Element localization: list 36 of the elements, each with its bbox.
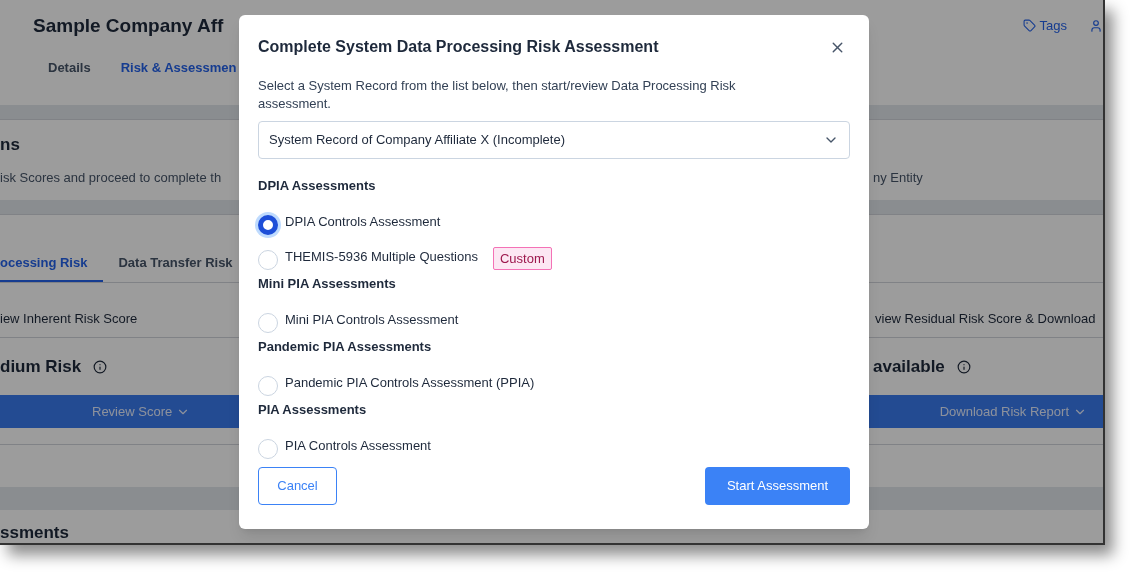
option-label: DPIA Controls Assessment xyxy=(285,212,441,231)
group-heading: Mini PIA Assessments xyxy=(258,275,396,293)
user-icon[interactable] xyxy=(1089,18,1103,33)
group-heading: Pandemic PIA Assessments xyxy=(258,338,432,356)
option-label: Mini PIA Controls Assessment xyxy=(285,310,459,329)
section-description: isk Scores and proceed to complete th xyxy=(0,168,222,187)
start-assessment-button[interactable]: Start Assessment xyxy=(705,467,850,505)
tag-icon xyxy=(1022,19,1036,33)
section-heading: ns xyxy=(0,134,20,156)
download-report-button[interactable]: Download Risk Report xyxy=(939,401,1087,422)
tags-link[interactable]: Tags xyxy=(1022,16,1067,36)
info-icon[interactable] xyxy=(93,359,108,374)
risk-level: dium Risk xyxy=(0,355,82,378)
step-label: view Residual Risk Score & Download xyxy=(875,310,1097,329)
system-record-select[interactable]: System Record of Company Affiliate X (Incomplete) xyxy=(258,121,850,159)
dialog-description: Select a System Record from the list below, then start/review Data Processing Risk assessment. xyxy=(258,77,737,113)
option-label: PIA Controls Assessment xyxy=(285,436,431,455)
section-heading: ssments xyxy=(0,523,69,542)
page-title: Sample Company Aff xyxy=(33,14,224,38)
cancel-button[interactable]: Cancel xyxy=(258,467,337,505)
radio-button[interactable] xyxy=(258,214,278,235)
info-icon[interactable] xyxy=(956,359,971,374)
group-heading: PIA Assessments xyxy=(258,401,367,419)
section-description: ny Entity xyxy=(873,168,924,187)
custom-badge: Custom xyxy=(492,246,552,271)
step-label: iew Inherent Risk Score xyxy=(0,310,138,329)
group-heading: DPIA Assessments xyxy=(258,177,376,195)
option-label: THEMIS-5936 Multiple Questions xyxy=(285,247,478,266)
risk-level: available xyxy=(873,355,945,378)
page-tab[interactable]: Risk & Assessmen xyxy=(120,57,237,77)
risk-tab[interactable]: Data Transfer Risk xyxy=(118,246,233,282)
dialog-title: Complete System Data Processing Risk Assessment xyxy=(258,37,659,57)
option-label: Pandemic PIA Controls Assessment (PPIA) xyxy=(285,373,535,392)
review-score-button[interactable]: Review Score xyxy=(92,401,191,422)
risk-tab[interactable]: ocessing Risk xyxy=(0,246,104,282)
page-tab[interactable]: Details xyxy=(48,57,91,77)
